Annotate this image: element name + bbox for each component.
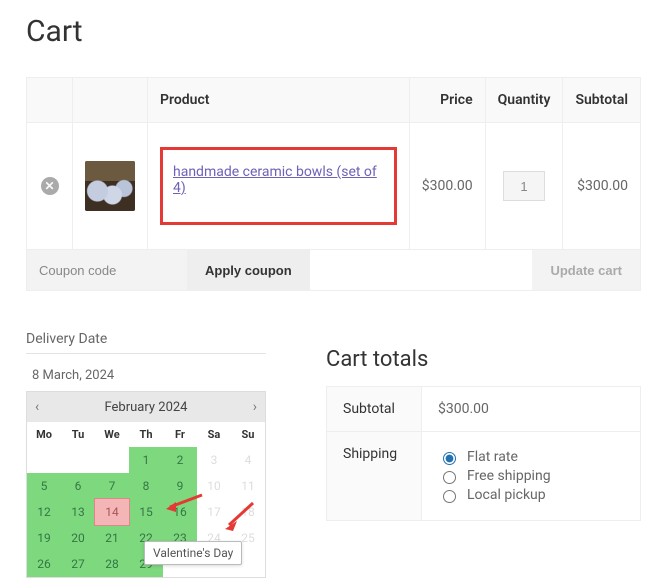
calendar-weekday: Tu xyxy=(61,422,95,447)
calendar-day[interactable]: 15 xyxy=(129,499,163,525)
calendar-day[interactable]: 5 xyxy=(27,473,61,499)
update-cart-button[interactable]: Update cart xyxy=(532,250,640,290)
calendar-day[interactable]: 20 xyxy=(61,525,95,551)
annotation-arrow-icon xyxy=(164,493,204,513)
calendar-day[interactable]: 6 xyxy=(61,473,95,499)
calendar-weekday: Th xyxy=(129,422,163,447)
coupon-input[interactable] xyxy=(27,250,187,290)
apply-coupon-button[interactable]: Apply coupon xyxy=(187,250,310,290)
shipping-radio[interactable] xyxy=(443,471,456,484)
cart-table: Product Price Quantity Subtotal ✕ handma… xyxy=(26,77,641,250)
calendar-day[interactable]: 21 xyxy=(95,525,129,551)
product-link[interactable]: handmade ceramic bowls (set of 4) xyxy=(173,164,377,196)
calendar-day[interactable]: 27 xyxy=(61,551,95,577)
remove-item-button[interactable]: ✕ xyxy=(41,177,59,195)
prev-month-button[interactable]: ‹ xyxy=(35,399,39,415)
cart-actions: Apply coupon Update cart xyxy=(26,250,641,291)
calendar-weekday: Mo xyxy=(27,422,61,447)
col-quantity: Quantity xyxy=(485,78,563,123)
calendar-day[interactable]: 8 xyxy=(129,473,163,499)
calendar-day[interactable]: 19 xyxy=(27,525,61,551)
shipping-option[interactable]: Local pickup xyxy=(438,487,624,503)
shipping-label: Shipping xyxy=(327,432,422,521)
calendar-weekday: Su xyxy=(231,422,265,447)
delivery-date-section: Delivery Date 8 March, 2024 ‹ February 2… xyxy=(26,331,266,578)
page-title: Cart xyxy=(26,14,641,49)
cell-subtotal: $300.00 xyxy=(563,123,641,250)
shipping-option[interactable]: Flat rate xyxy=(438,449,624,465)
delivery-date-value[interactable]: 8 March, 2024 xyxy=(26,360,266,391)
cart-row: ✕ handmade ceramic bowls (set of 4) $300… xyxy=(27,123,641,250)
col-subtotal: Subtotal xyxy=(563,78,641,123)
calendar-day: 11 xyxy=(231,473,265,499)
quantity-input[interactable] xyxy=(503,171,545,201)
calendar-day xyxy=(95,447,129,473)
calendar-day[interactable]: 12 xyxy=(27,499,61,525)
product-name-highlight: handmade ceramic bowls (set of 4) xyxy=(160,147,397,225)
calendar-day: 4 xyxy=(231,447,265,473)
col-price: Price xyxy=(409,78,485,123)
calendar-day[interactable]: 1 xyxy=(129,447,163,473)
calendar-day[interactable]: 7 xyxy=(95,473,129,499)
col-product: Product xyxy=(148,78,410,123)
calendar-day[interactable]: 28 xyxy=(95,551,129,577)
next-month-button[interactable]: › xyxy=(253,399,257,415)
delivery-date-label: Delivery Date xyxy=(26,331,266,354)
calendar-month-label: February 2024 xyxy=(104,400,187,415)
cart-totals-section: Cart totals Subtotal $300.00 Shipping Fl… xyxy=(326,347,641,578)
shipping-option[interactable]: Free shipping xyxy=(438,468,624,484)
product-thumbnail[interactable] xyxy=(85,161,135,211)
calendar-day xyxy=(27,447,61,473)
calendar-day[interactable]: 14 xyxy=(95,499,129,525)
calendar-weekday: Fr xyxy=(163,422,197,447)
shipping-option-label: Flat rate xyxy=(467,449,518,465)
cart-totals-title: Cart totals xyxy=(326,347,641,372)
calendar-day[interactable]: 2 xyxy=(163,447,197,473)
shipping-option-label: Local pickup xyxy=(467,487,546,503)
subtotal-label: Subtotal xyxy=(327,387,422,432)
annotation-arrow-icon xyxy=(221,501,257,531)
calendar-tooltip: Valentine's Day xyxy=(144,541,242,565)
calendar-day xyxy=(61,447,95,473)
calendar-weekday: Sa xyxy=(197,422,231,447)
cell-price: $300.00 xyxy=(409,123,485,250)
shipping-radio[interactable] xyxy=(443,490,456,503)
shipping-radio[interactable] xyxy=(443,452,456,465)
calendar-day[interactable]: 26 xyxy=(27,551,61,577)
calendar-day[interactable]: 13 xyxy=(61,499,95,525)
shipping-option-label: Free shipping xyxy=(467,468,551,484)
calendar-day: 3 xyxy=(197,447,231,473)
calendar-weekday: We xyxy=(95,422,129,447)
subtotal-value: $300.00 xyxy=(422,387,641,432)
